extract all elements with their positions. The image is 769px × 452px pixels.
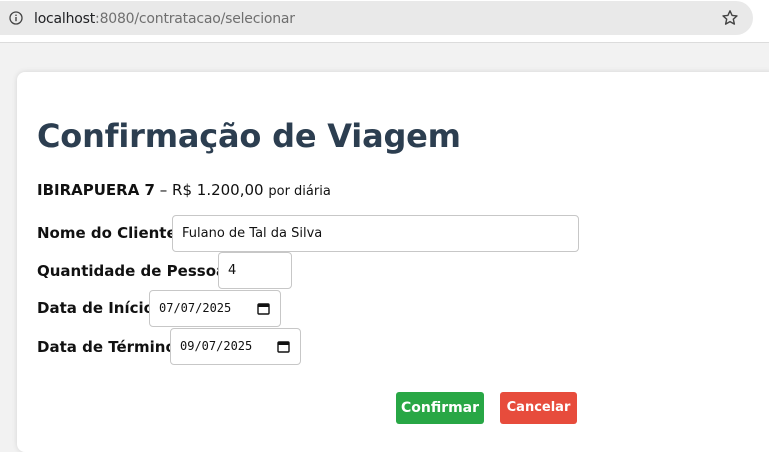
- termino-label: Data de Término:: [37, 338, 182, 356]
- product-name: IBIRAPUERA 7: [37, 181, 155, 199]
- bookmark-star-icon[interactable]: [721, 9, 739, 27]
- pessoas-value: 4: [228, 263, 237, 278]
- product-summary: IBIRAPUERA 7 – R$ 1.200,00 por diária: [37, 181, 331, 201]
- url-host: localhost: [34, 11, 96, 27]
- cliente-label: Nome do Cliente:: [37, 224, 183, 242]
- termino-date-input[interactable]: 09/07/2025: [170, 328, 301, 365]
- price-unit: por diária: [268, 184, 331, 199]
- pessoas-input[interactable]: 4: [218, 252, 292, 289]
- cancel-button[interactable]: Cancelar: [500, 392, 577, 424]
- inicio-value: 07/07/2025: [159, 301, 232, 315]
- address-url[interactable]: localhost:8080/contratacao/selecionar: [34, 10, 295, 28]
- address-bar[interactable]: localhost:8080/contratacao/selecionar: [0, 1, 753, 35]
- url-path: :8080/contratacao/selecionar: [95, 11, 295, 27]
- inicio-label: Data de Início:: [37, 299, 160, 317]
- calendar-icon[interactable]: [277, 340, 290, 353]
- confirm-button[interactable]: Confirmar: [396, 392, 484, 424]
- cliente-input[interactable]: Fulano de Tal da Silva: [172, 215, 579, 252]
- cliente-value: Fulano de Tal da Silva: [182, 226, 323, 241]
- info-icon[interactable]: [9, 11, 23, 25]
- page-title: Confirmação de Viagem: [37, 117, 461, 155]
- product-price: 1.200,00: [196, 181, 264, 199]
- calendar-icon[interactable]: [257, 302, 270, 315]
- termino-value: 09/07/2025: [180, 339, 253, 353]
- browser-toolbar: localhost:8080/contratacao/selecionar: [0, 0, 769, 43]
- pessoas-label: Quantidade de Pessoas:: [37, 262, 242, 280]
- inicio-date-input[interactable]: 07/07/2025: [149, 290, 281, 327]
- price-separator: – R$: [155, 181, 197, 199]
